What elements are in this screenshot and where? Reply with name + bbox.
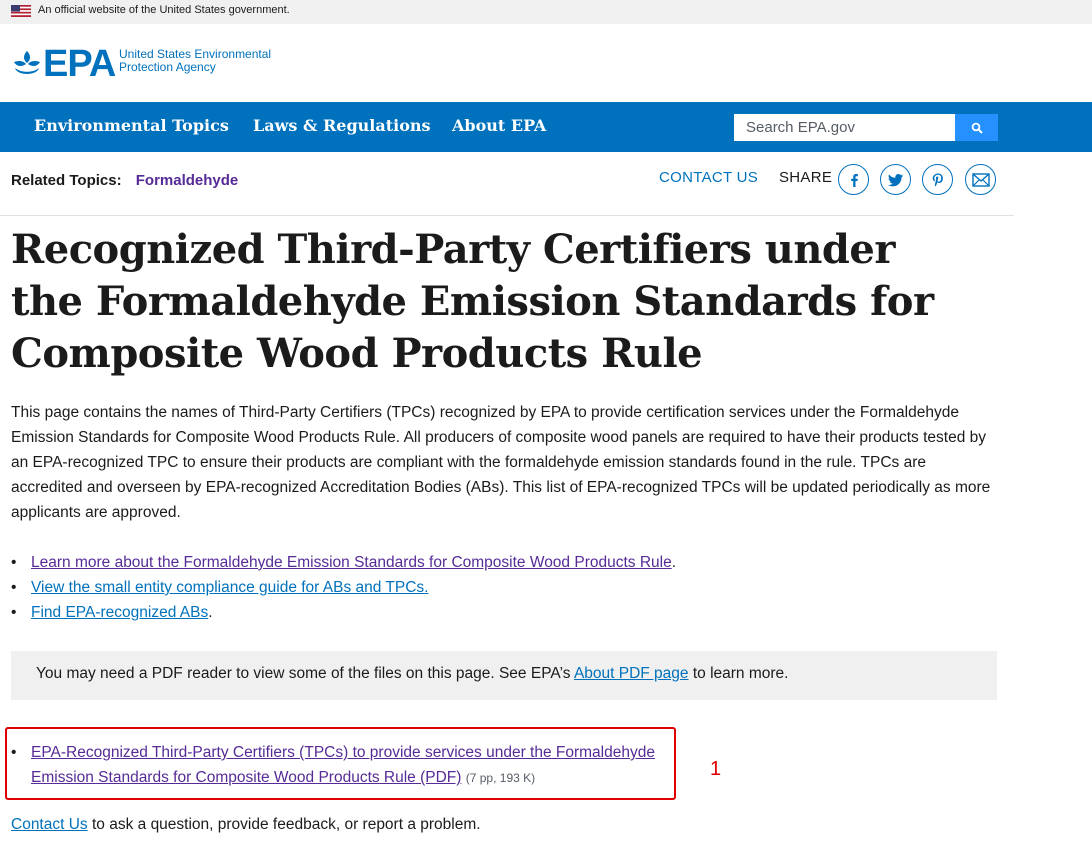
- search-input[interactable]: [734, 114, 955, 141]
- list-item: View the small entity compliance guide f…: [11, 575, 676, 600]
- search-icon: [971, 122, 983, 134]
- facebook-icon: [850, 173, 858, 187]
- about-pdf-link[interactable]: About PDF page: [574, 665, 689, 682]
- header-divider: [0, 215, 1014, 216]
- find-abs-link[interactable]: Find EPA-recognized ABs: [31, 604, 208, 621]
- main-nav: Environmental Topics Laws & Regulations …: [0, 102, 1092, 152]
- search-button[interactable]: [955, 114, 998, 141]
- epa-flower-icon: [14, 51, 40, 74]
- related-topics: Related Topics: Formaldehyde: [11, 172, 238, 189]
- related-topic-formaldehyde-link[interactable]: Formaldehyde: [136, 172, 239, 189]
- tpc-list-pdf-link[interactable]: EPA-Recognized Third-Party Certifiers (T…: [31, 744, 655, 786]
- intro-paragraph: This page contains the names of Third-Pa…: [11, 404, 991, 521]
- annotation-marker: 1: [710, 758, 722, 780]
- epa-wordmark: EPA: [43, 43, 116, 85]
- email-icon: [971, 172, 990, 187]
- share-email-button[interactable]: [965, 164, 996, 195]
- share-pinterest-button[interactable]: [922, 164, 953, 195]
- pdf-list: EPA-Recognized Third-Party Certifiers (T…: [11, 740, 671, 791]
- us-flag-icon: [11, 5, 31, 17]
- gov-banner: An official website of the United States…: [0, 0, 1092, 24]
- share-twitter-button[interactable]: [880, 164, 911, 195]
- page-title: Recognized Third-Party Certifiers under …: [11, 226, 934, 377]
- nav-environmental-topics[interactable]: Environmental Topics: [34, 116, 229, 135]
- contact-us-link[interactable]: CONTACT US: [659, 169, 758, 186]
- related-topics-label: Related Topics:: [11, 172, 122, 189]
- related-links-list: Learn more about the Formaldehyde Emissi…: [11, 550, 676, 625]
- list-item: Find EPA-recognized ABs.: [11, 600, 676, 625]
- compliance-guide-link[interactable]: View the small entity compliance guide f…: [31, 579, 428, 596]
- pdf-reader-note: You may need a PDF reader to view some o…: [11, 651, 997, 700]
- learn-more-rule-link[interactable]: Learn more about the Formaldehyde Emissi…: [31, 554, 672, 571]
- nav-about-epa[interactable]: About EPA: [452, 116, 546, 135]
- footer-contact-us-link[interactable]: Contact Us: [11, 816, 88, 833]
- share-facebook-button[interactable]: [838, 164, 869, 195]
- pinterest-icon: [932, 173, 943, 187]
- gov-banner-text: An official website of the United States…: [38, 4, 290, 16]
- agency-name: United States Environmental Protection A…: [119, 47, 272, 74]
- footer-contact: Contact Us to ask a question, provide fe…: [11, 816, 481, 833]
- share-label: SHARE: [779, 169, 833, 186]
- list-item: Learn more about the Formaldehyde Emissi…: [11, 550, 676, 575]
- list-item: EPA-Recognized Third-Party Certifiers (T…: [11, 740, 671, 791]
- nav-laws-regulations[interactable]: Laws & Regulations: [253, 116, 431, 135]
- epa-logo[interactable]: EPA United States Environmental Protecti…: [11, 44, 281, 84]
- pdf-file-info: (7 pp, 193 K): [465, 771, 536, 785]
- twitter-icon: [887, 173, 903, 186]
